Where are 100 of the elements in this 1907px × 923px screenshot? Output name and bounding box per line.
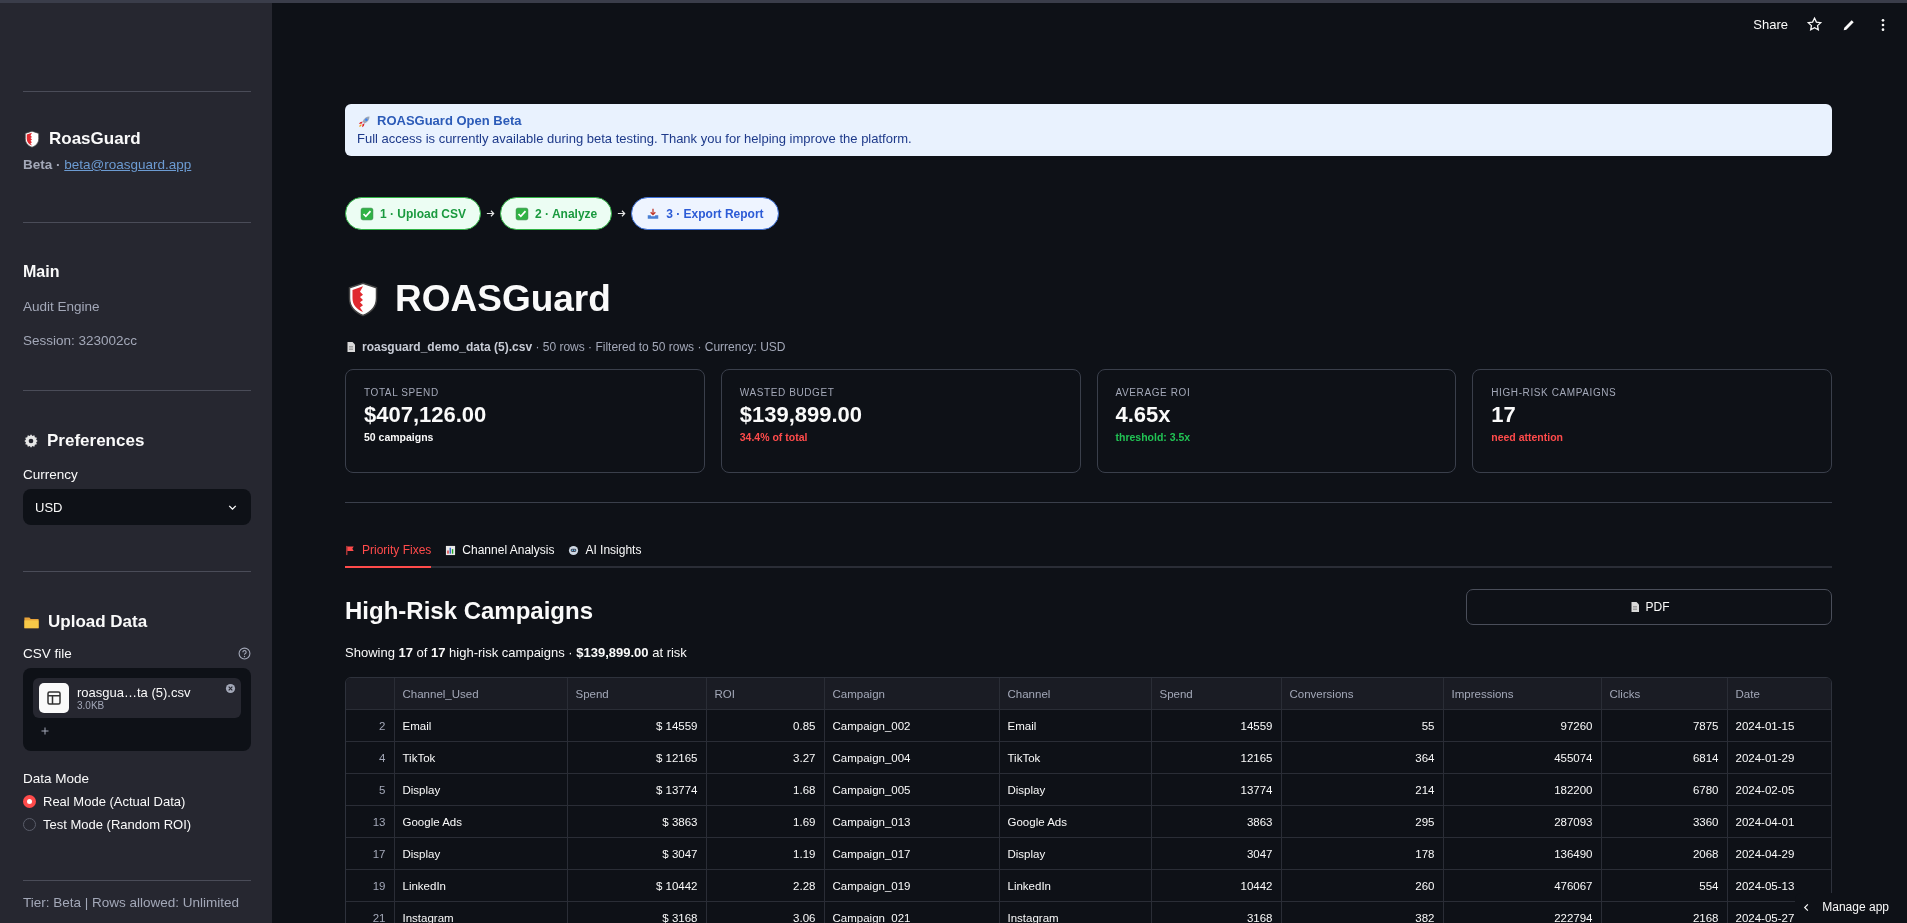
table-cell: 382: [1281, 901, 1443, 923]
metric-label: AVERAGE ROI: [1115, 387, 1192, 398]
table-cell: Campaign_017: [824, 837, 999, 870]
table-cell: 1.69: [706, 805, 824, 838]
column-header[interactable]: Date: [1727, 678, 1831, 710]
table-cell: $ 3047: [567, 837, 706, 870]
table-cell: 0.85: [706, 709, 824, 742]
table-cell: 2068: [1601, 837, 1727, 870]
metric-note: 50 campaigns: [364, 431, 435, 443]
table-cell: Email: [999, 709, 1151, 742]
tier-text: Tier: Beta | Rows allowed: Unlimited: [23, 895, 241, 910]
bar-chart-icon: [445, 544, 457, 556]
table-cell: Display: [394, 773, 567, 806]
table-cell: Google Ads: [394, 805, 567, 838]
row-index: 21: [346, 901, 394, 923]
section-heading: Upload Data: [48, 612, 148, 632]
table-cell: 3047: [1151, 837, 1281, 870]
share-button[interactable]: Share: [1753, 17, 1788, 32]
table-cell: 1.68: [706, 773, 824, 806]
table-cell: 3863: [1151, 805, 1281, 838]
banner-title: ROASGuard Open Beta: [377, 112, 522, 130]
email-link[interactable]: beta@roasguard.app: [64, 157, 192, 172]
remove-icon[interactable]: [225, 683, 236, 694]
beta-label: Beta ·: [23, 157, 62, 172]
table-cell: 3360: [1601, 805, 1727, 838]
table-cell: 3.06: [706, 901, 824, 923]
column-header[interactable]: Channel_Used: [394, 678, 567, 710]
file-uploader[interactable]: roasgua…ta (5).csv 3.0KB: [23, 668, 251, 751]
page-title: ROASGuard: [395, 278, 611, 320]
field-label: Currency: [23, 467, 79, 482]
table-cell: Campaign_019: [824, 869, 999, 902]
arrow-right-icon: [616, 208, 628, 219]
checkbox-icon: [515, 206, 529, 221]
tab[interactable]: Priority Fixes: [345, 543, 432, 568]
column-header[interactable]: Campaign: [824, 678, 999, 710]
checkbox-icon: [360, 206, 374, 221]
table-cell: 182200: [1443, 773, 1601, 806]
metric-value: $407,126.00: [364, 402, 488, 428]
table-cell: LinkedIn: [394, 869, 567, 902]
plus-icon[interactable]: [39, 725, 51, 737]
robot-icon: [568, 544, 580, 556]
step-pill[interactable]: 1 · Upload CSV: [345, 197, 481, 230]
table-cell: $ 14559: [567, 709, 706, 742]
table-cell: 554: [1601, 869, 1727, 902]
radio-option[interactable]: Test Mode (Random ROI): [23, 817, 192, 832]
table-cell: TikTok: [394, 741, 567, 774]
table-cell: 476067: [1443, 869, 1601, 902]
table-cell: 3.27: [706, 741, 824, 774]
table-cell: $ 12165: [567, 741, 706, 774]
metric-value: 4.65x: [1115, 402, 1172, 428]
column-header[interactable]: Channel: [999, 678, 1151, 710]
table-cell: Instagram: [999, 901, 1151, 923]
summary-text: Showing 17 of 17 high-risk campaigns · $139,899.00 at risk: [345, 645, 688, 660]
table-cell: 1.19: [706, 837, 824, 870]
table-cell: 2024-04-29: [1727, 837, 1831, 870]
column-header[interactable]: Spend: [1151, 678, 1281, 710]
star-icon[interactable]: [1806, 16, 1823, 33]
radio-option[interactable]: Real Mode (Actual Data): [23, 794, 186, 809]
table-cell: 3168: [1151, 901, 1281, 923]
column-header[interactable]: Impressions: [1443, 678, 1601, 710]
row-index: 5: [346, 773, 394, 806]
column-header[interactable]: ROI: [706, 678, 824, 710]
row-index: 4: [346, 741, 394, 774]
currency-select[interactable]: USD: [23, 489, 251, 525]
tab[interactable]: AI Insights: [568, 543, 642, 568]
section-heading: Preferences: [47, 431, 145, 451]
step-pill[interactable]: 3 · Export Report: [631, 197, 779, 230]
table-cell: Google Ads: [999, 805, 1151, 838]
file-size: 3.0KB: [77, 700, 106, 711]
metric-note: threshold: 3.5x: [1115, 431, 1192, 443]
row-index: 17: [346, 837, 394, 870]
brand-title: RoasGuard: [49, 129, 141, 149]
table-cell: Email: [394, 709, 567, 742]
banner-text: Full access is currently available during beta testing. Thank you for helping improve the platform.: [357, 130, 913, 148]
metric-label: WASTED BUDGET: [739, 387, 836, 398]
pdf-button[interactable]: PDF: [1466, 589, 1832, 625]
column-header[interactable]: Spend: [567, 678, 706, 710]
metric-value: 17: [1491, 402, 1517, 428]
table-cell: 55: [1281, 709, 1443, 742]
table-cell: 14559: [1151, 709, 1281, 742]
field-label: Data Mode: [23, 771, 91, 786]
metric-label: TOTAL SPEND: [364, 387, 440, 398]
tray-icon: [646, 206, 661, 221]
tab[interactable]: Channel Analysis: [445, 543, 555, 568]
shield-logo-icon: [23, 129, 41, 149]
column-header[interactable]: Clicks: [1601, 678, 1727, 710]
table-cell: 214: [1281, 773, 1443, 806]
table-cell: 364: [1281, 741, 1443, 774]
section-heading: Main: [23, 263, 60, 281]
flag-icon: [345, 544, 356, 556]
table-cell: $ 10442: [567, 869, 706, 902]
table-cell: 2168: [1601, 901, 1727, 923]
table-cell: 455074: [1443, 741, 1601, 774]
table-cell: 260: [1281, 869, 1443, 902]
field-label: CSV file: [23, 646, 72, 661]
table-cell: 287093: [1443, 805, 1601, 838]
table-cell: LinkedIn: [999, 869, 1151, 902]
step-pill[interactable]: 2 · Analyze: [500, 197, 613, 230]
column-header[interactable]: Conversions: [1281, 678, 1443, 710]
help-icon: [238, 647, 251, 660]
